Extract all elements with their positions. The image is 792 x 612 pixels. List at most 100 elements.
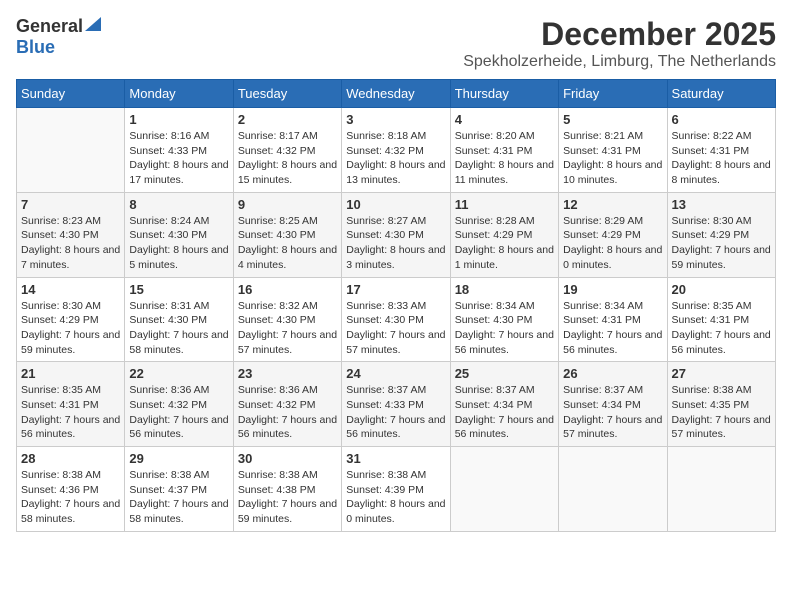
cell-info: Sunrise: 8:25 AMSunset: 4:30 PMDaylight:… bbox=[238, 214, 337, 273]
cell-info: Sunrise: 8:34 AMSunset: 4:30 PMDaylight:… bbox=[455, 299, 554, 358]
calendar-cell: 9 Sunrise: 8:25 AMSunset: 4:30 PMDaylight… bbox=[233, 192, 341, 277]
header-friday: Friday bbox=[559, 80, 667, 108]
day-number: 7 bbox=[21, 197, 120, 212]
calendar-cell: 15Sunrise: 8:31 AMSunset: 4:30 PMDayligh… bbox=[125, 277, 233, 362]
day-number: 27 bbox=[672, 366, 771, 381]
header-thursday: Thursday bbox=[450, 80, 558, 108]
cell-info: Sunrise: 8:38 AMSunset: 4:39 PMDaylight:… bbox=[346, 468, 445, 527]
cell-info: Sunrise: 8:30 AMSunset: 4:29 PMDaylight:… bbox=[672, 214, 771, 273]
day-number: 16 bbox=[238, 282, 337, 297]
calendar-cell: 23Sunrise: 8:36 AMSunset: 4:32 PMDayligh… bbox=[233, 362, 341, 447]
cell-info: Sunrise: 8:30 AMSunset: 4:29 PMDaylight:… bbox=[21, 299, 120, 358]
header-monday: Monday bbox=[125, 80, 233, 108]
calendar-cell bbox=[17, 108, 125, 193]
logo: General Blue bbox=[16, 16, 101, 58]
calendar-cell: 10 Sunrise: 8:27 AMSunset: 4:30 PMDayligh… bbox=[342, 192, 450, 277]
day-number: 11 bbox=[455, 197, 554, 212]
page-header: General Blue December 2025 Spekholzerhei… bbox=[16, 16, 776, 71]
day-number: 31 bbox=[346, 451, 445, 466]
cell-info: Sunrise: 8:16 AMSunset: 4:33 PMDaylight:… bbox=[129, 129, 228, 188]
header-row: SundayMondayTuesdayWednesdayThursdayFrid… bbox=[17, 80, 776, 108]
cell-info: Sunrise: 8:36 AMSunset: 4:32 PMDaylight:… bbox=[129, 383, 228, 442]
logo-triangle-icon bbox=[85, 17, 101, 31]
day-number: 28 bbox=[21, 451, 120, 466]
calendar-cell bbox=[450, 447, 558, 532]
cell-info: Sunrise: 8:37 AMSunset: 4:34 PMDaylight:… bbox=[563, 383, 662, 442]
calendar-cell: 12Sunrise: 8:29 AMSunset: 4:29 PMDayligh… bbox=[559, 192, 667, 277]
calendar-cell: 7 Sunrise: 8:23 AMSunset: 4:30 PMDaylight… bbox=[17, 192, 125, 277]
calendar-cell: 31 Sunrise: 8:38 AMSunset: 4:39 PMDayligh… bbox=[342, 447, 450, 532]
cell-info: Sunrise: 8:28 AMSunset: 4:29 PMDaylight:… bbox=[455, 214, 554, 273]
title-section: December 2025 Spekholzerheide, Limburg, … bbox=[463, 16, 776, 71]
calendar-cell: 16 Sunrise: 8:32 AMSunset: 4:30 PMDayligh… bbox=[233, 277, 341, 362]
day-number: 26 bbox=[563, 366, 662, 381]
cell-info: Sunrise: 8:32 AMSunset: 4:30 PMDaylight:… bbox=[238, 299, 337, 358]
day-number: 13 bbox=[672, 197, 771, 212]
cell-info: Sunrise: 8:38 AMSunset: 4:38 PMDaylight:… bbox=[238, 468, 337, 527]
calendar-week-1: 1 Sunrise: 8:16 AMSunset: 4:33 PMDaylight… bbox=[17, 108, 776, 193]
day-number: 22 bbox=[129, 366, 228, 381]
calendar-cell: 11 Sunrise: 8:28 AMSunset: 4:29 PMDayligh… bbox=[450, 192, 558, 277]
calendar-cell: 19Sunrise: 8:34 AMSunset: 4:31 PMDayligh… bbox=[559, 277, 667, 362]
calendar-cell bbox=[667, 447, 775, 532]
cell-info: Sunrise: 8:22 AMSunset: 4:31 PMDaylight:… bbox=[672, 129, 771, 188]
calendar-cell: 28 Sunrise: 8:38 AMSunset: 4:36 PMDayligh… bbox=[17, 447, 125, 532]
day-number: 1 bbox=[129, 112, 228, 127]
day-number: 29 bbox=[129, 451, 228, 466]
calendar-cell: 21Sunrise: 8:35 AMSunset: 4:31 PMDayligh… bbox=[17, 362, 125, 447]
cell-info: Sunrise: 8:20 AMSunset: 4:31 PMDaylight:… bbox=[455, 129, 554, 188]
day-number: 2 bbox=[238, 112, 337, 127]
day-number: 4 bbox=[455, 112, 554, 127]
cell-info: Sunrise: 8:35 AMSunset: 4:31 PMDaylight:… bbox=[672, 299, 771, 358]
day-number: 24 bbox=[346, 366, 445, 381]
day-number: 18 bbox=[455, 282, 554, 297]
location-subtitle: Spekholzerheide, Limburg, The Netherland… bbox=[463, 53, 776, 71]
calendar-cell: 22 Sunrise: 8:36 AMSunset: 4:32 PMDayligh… bbox=[125, 362, 233, 447]
cell-info: Sunrise: 8:27 AMSunset: 4:30 PMDaylight:… bbox=[346, 214, 445, 273]
cell-info: Sunrise: 8:18 AMSunset: 4:32 PMDaylight:… bbox=[346, 129, 445, 188]
day-number: 10 bbox=[346, 197, 445, 212]
cell-info: Sunrise: 8:38 AMSunset: 4:36 PMDaylight:… bbox=[21, 468, 120, 527]
cell-info: Sunrise: 8:23 AMSunset: 4:30 PMDaylight:… bbox=[21, 214, 120, 273]
calendar-cell: 20 Sunrise: 8:35 AMSunset: 4:31 PMDayligh… bbox=[667, 277, 775, 362]
header-saturday: Saturday bbox=[667, 80, 775, 108]
calendar-table: SundayMondayTuesdayWednesdayThursdayFrid… bbox=[16, 79, 776, 532]
calendar-cell: 1 Sunrise: 8:16 AMSunset: 4:33 PMDaylight… bbox=[125, 108, 233, 193]
cell-info: Sunrise: 8:24 AMSunset: 4:30 PMDaylight:… bbox=[129, 214, 228, 273]
calendar-cell: 18 Sunrise: 8:34 AMSunset: 4:30 PMDayligh… bbox=[450, 277, 558, 362]
cell-info: Sunrise: 8:29 AMSunset: 4:29 PMDaylight:… bbox=[563, 214, 662, 273]
header-tuesday: Tuesday bbox=[233, 80, 341, 108]
calendar-week-2: 7 Sunrise: 8:23 AMSunset: 4:30 PMDaylight… bbox=[17, 192, 776, 277]
header-wednesday: Wednesday bbox=[342, 80, 450, 108]
logo-blue-text: Blue bbox=[16, 37, 55, 58]
calendar-week-5: 28 Sunrise: 8:38 AMSunset: 4:36 PMDayligh… bbox=[17, 447, 776, 532]
day-number: 15 bbox=[129, 282, 228, 297]
day-number: 21 bbox=[21, 366, 120, 381]
calendar-cell: 4 Sunrise: 8:20 AMSunset: 4:31 PMDaylight… bbox=[450, 108, 558, 193]
cell-info: Sunrise: 8:36 AMSunset: 4:32 PMDaylight:… bbox=[238, 383, 337, 442]
cell-info: Sunrise: 8:17 AMSunset: 4:32 PMDaylight:… bbox=[238, 129, 337, 188]
calendar-cell: 27 Sunrise: 8:38 AMSunset: 4:35 PMDayligh… bbox=[667, 362, 775, 447]
cell-info: Sunrise: 8:37 AMSunset: 4:33 PMDaylight:… bbox=[346, 383, 445, 442]
calendar-cell: 29Sunrise: 8:38 AMSunset: 4:37 PMDayligh… bbox=[125, 447, 233, 532]
logo-general-text: General bbox=[16, 16, 83, 37]
cell-info: Sunrise: 8:21 AMSunset: 4:31 PMDaylight:… bbox=[563, 129, 662, 188]
day-number: 20 bbox=[672, 282, 771, 297]
cell-info: Sunrise: 8:37 AMSunset: 4:34 PMDaylight:… bbox=[455, 383, 554, 442]
day-number: 17 bbox=[346, 282, 445, 297]
day-number: 6 bbox=[672, 112, 771, 127]
month-title: December 2025 bbox=[463, 16, 776, 53]
calendar-cell: 2 Sunrise: 8:17 AMSunset: 4:32 PMDaylight… bbox=[233, 108, 341, 193]
calendar-header: SundayMondayTuesdayWednesdayThursdayFrid… bbox=[17, 80, 776, 108]
calendar-cell: 17 Sunrise: 8:33 AMSunset: 4:30 PMDayligh… bbox=[342, 277, 450, 362]
day-number: 30 bbox=[238, 451, 337, 466]
day-number: 3 bbox=[346, 112, 445, 127]
day-number: 5 bbox=[563, 112, 662, 127]
cell-info: Sunrise: 8:38 AMSunset: 4:35 PMDaylight:… bbox=[672, 383, 771, 442]
cell-info: Sunrise: 8:33 AMSunset: 4:30 PMDaylight:… bbox=[346, 299, 445, 358]
calendar-cell: 26 Sunrise: 8:37 AMSunset: 4:34 PMDayligh… bbox=[559, 362, 667, 447]
header-sunday: Sunday bbox=[17, 80, 125, 108]
calendar-cell: 24 Sunrise: 8:37 AMSunset: 4:33 PMDayligh… bbox=[342, 362, 450, 447]
day-number: 25 bbox=[455, 366, 554, 381]
day-number: 9 bbox=[238, 197, 337, 212]
